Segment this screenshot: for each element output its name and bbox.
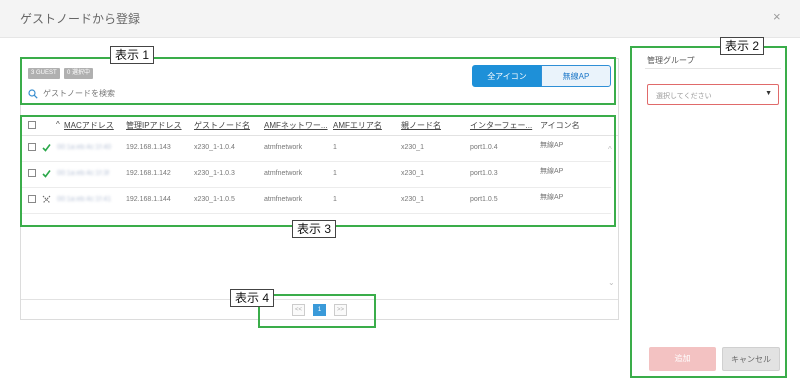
callout-label-2: 表示 2 [720,37,765,55]
dialog-title: ゲストノードから登録 [20,12,141,26]
callout-label-1: 表示 1 [110,46,155,64]
callout-box-4 [258,294,376,328]
callout-box-3 [20,115,616,227]
dialog-header: ゲストノードから登録 × [0,0,800,38]
callout-box-2 [630,46,787,378]
callout-box-1 [20,57,616,105]
callout-label-4: 表示 4 [230,289,275,307]
close-icon[interactable]: × [773,10,781,23]
scroll-down-icon[interactable]: ⌄ [608,278,615,287]
callout-label-3: 表示 3 [292,220,337,238]
